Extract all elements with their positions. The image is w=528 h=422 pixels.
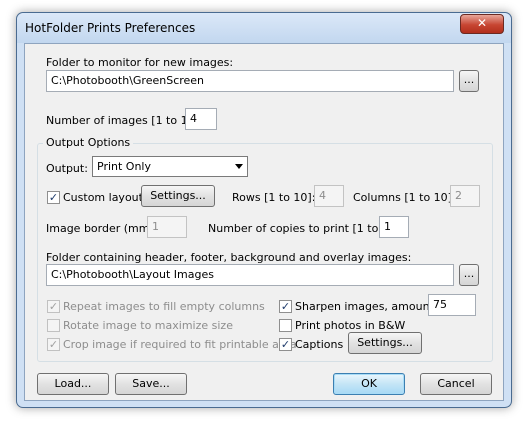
bw-checkbox[interactable] (279, 319, 292, 332)
folder-monitor-input[interactable]: C:\Photobooth\GreenScreen (46, 70, 454, 92)
rotate-image-label: Rotate image to maximize size (63, 319, 233, 332)
close-button[interactable]: ✕ (460, 14, 504, 34)
captions-checkbox[interactable]: ✓ (279, 338, 292, 351)
repeat-images-label: Repeat images to fill empty columns (63, 300, 265, 313)
folder-monitor-label: Folder to monitor for new images: (46, 56, 234, 69)
image-border-label: Image border (mm): (46, 222, 158, 235)
dialog-client-area: Folder to monitor for new images: C:\Pho… (24, 43, 504, 401)
bw-label: Print photos in B&W (295, 319, 406, 332)
title-bar[interactable]: HotFolder Prints Preferences ✕ (17, 13, 511, 43)
cancel-button[interactable]: Cancel (420, 373, 492, 395)
checkmark-icon: ✓ (48, 338, 59, 351)
layout-folder-input[interactable]: C:\Photobooth\Layout Images (46, 264, 454, 286)
checkmark-icon: ✓ (48, 300, 59, 313)
sharpen-amount-input[interactable]: 75 (428, 294, 476, 316)
rows-label: Rows [1 to 10]: (232, 191, 316, 204)
output-label: Output: (46, 162, 88, 175)
checkmark-icon: ✓ (48, 191, 59, 204)
repeat-images-checkbox[interactable]: ✓ (47, 300, 60, 313)
num-images-input[interactable]: 4 (185, 108, 217, 130)
captions-settings-button[interactable]: Settings... (348, 332, 422, 354)
layout-folder-browse-button[interactable]: ... (459, 264, 479, 286)
num-images-label: Number of images [1 to 10]: (46, 114, 203, 127)
checkmark-icon: ✓ (280, 300, 291, 313)
save-button[interactable]: Save... (115, 373, 187, 395)
output-options-label: Output Options (43, 136, 134, 149)
rows-input[interactable]: 4 (314, 185, 344, 207)
copies-label: Number of copies to print [1 to 9]: (208, 222, 397, 235)
rotate-image-checkbox[interactable] (47, 319, 60, 332)
layout-folder-label: Folder containing header, footer, backgr… (46, 251, 412, 264)
load-button[interactable]: Load... (37, 373, 109, 395)
chevron-down-icon (235, 164, 243, 169)
crop-image-checkbox[interactable]: ✓ (47, 338, 60, 351)
columns-label: Columns [1 to 10]: (353, 191, 456, 204)
image-border-input[interactable]: 1 (147, 216, 187, 238)
sharpen-checkbox[interactable]: ✓ (279, 300, 292, 313)
columns-input[interactable]: 2 (450, 185, 480, 207)
crop-image-label: Crop image if required to fit printable … (63, 338, 297, 351)
output-select[interactable]: Print Only (92, 156, 248, 177)
custom-layout-settings-button[interactable]: Settings... (141, 185, 215, 207)
checkmark-icon: ✓ (280, 338, 291, 351)
folder-monitor-browse-button[interactable]: ... (459, 70, 479, 92)
ok-button[interactable]: OK (333, 373, 405, 395)
custom-layout-label: Custom layout (63, 191, 143, 204)
window-title: HotFolder Prints Preferences (25, 21, 196, 35)
close-icon: ✕ (476, 16, 488, 30)
copies-input[interactable]: 1 (379, 216, 409, 238)
sharpen-label: Sharpen images, amount: (295, 300, 438, 313)
output-select-value: Print Only (97, 160, 151, 173)
captions-label: Captions (295, 338, 344, 351)
preferences-window: HotFolder Prints Preferences ✕ Folder to… (16, 12, 512, 408)
custom-layout-checkbox[interactable]: ✓ (47, 191, 60, 204)
